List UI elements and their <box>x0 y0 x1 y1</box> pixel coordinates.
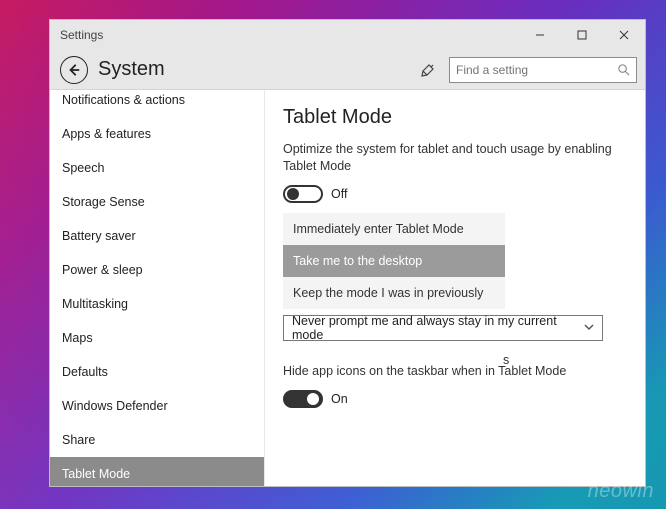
page-title: System <box>98 58 165 81</box>
toggle-track-off <box>283 185 323 203</box>
toggle-thumb <box>287 188 299 200</box>
obscured-text-fragment: s <box>503 353 509 367</box>
signin-option-0[interactable]: Immediately enter Tablet Mode <box>283 213 505 245</box>
switch-mode-select[interactable]: Never prompt me and always stay in my cu… <box>283 315 603 341</box>
chevron-down-icon <box>584 321 594 335</box>
sidebar-item-notifications[interactable]: Notifications & actions <box>50 90 264 117</box>
sidebar-item-power[interactable]: Power & sleep <box>50 253 264 287</box>
body: Notifications & actions Apps & features … <box>50 90 645 486</box>
back-arrow-icon <box>67 63 81 77</box>
maximize-icon <box>577 30 587 40</box>
sidebar: Notifications & actions Apps & features … <box>50 90 265 486</box>
select-value: Never prompt me and always stay in my cu… <box>292 314 584 342</box>
signin-dropdown-open: Immediately enter Tablet Mode Take me to… <box>283 213 505 309</box>
window-title: Settings <box>60 28 103 42</box>
sidebar-item-tablet-mode[interactable]: Tablet Mode <box>50 457 264 486</box>
toggle-thumb <box>307 393 319 405</box>
signin-option-1[interactable]: Take me to the desktop <box>283 245 505 277</box>
settings-window: Settings System Notifications & ac <box>49 19 646 487</box>
watermark: neowin <box>588 480 654 503</box>
pin-button[interactable] <box>417 59 439 81</box>
toggle-track-on <box>283 390 323 408</box>
search-icon <box>617 63 630 76</box>
content-heading: Tablet Mode <box>283 106 627 129</box>
signin-option-2[interactable]: Keep the mode I was in previously <box>283 277 505 309</box>
close-icon <box>619 30 629 40</box>
hide-icons-toggle[interactable]: On <box>283 390 627 408</box>
maximize-button[interactable] <box>561 20 603 50</box>
window-controls <box>519 20 645 50</box>
pin-icon <box>420 62 436 78</box>
close-button[interactable] <box>603 20 645 50</box>
content-pane: Tablet Mode Optimize the system for tabl… <box>265 90 645 486</box>
sidebar-item-multitasking[interactable]: Multitasking <box>50 287 264 321</box>
sidebar-item-defaults[interactable]: Defaults <box>50 355 264 389</box>
toggle-label-on: On <box>331 392 348 406</box>
hide-icons-description: Hide app icons on the taskbar when in Ta… <box>283 363 613 380</box>
titlebar: Settings <box>50 20 645 50</box>
sidebar-item-speech[interactable]: Speech <box>50 151 264 185</box>
minimize-icon <box>535 30 545 40</box>
toggle-label-off: Off <box>331 187 347 201</box>
sidebar-item-apps[interactable]: Apps & features <box>50 117 264 151</box>
sidebar-item-storage[interactable]: Storage Sense <box>50 185 264 219</box>
optimize-description: Optimize the system for tablet and touch… <box>283 141 613 175</box>
tablet-mode-toggle[interactable]: Off <box>283 185 627 203</box>
sidebar-item-maps[interactable]: Maps <box>50 321 264 355</box>
back-button[interactable] <box>60 56 88 84</box>
search-box[interactable] <box>449 57 637 83</box>
search-input[interactable] <box>456 63 617 77</box>
sidebar-item-defender[interactable]: Windows Defender <box>50 389 264 423</box>
header: System <box>50 50 645 90</box>
sidebar-item-share[interactable]: Share <box>50 423 264 457</box>
minimize-button[interactable] <box>519 20 561 50</box>
sidebar-item-battery[interactable]: Battery saver <box>50 219 264 253</box>
